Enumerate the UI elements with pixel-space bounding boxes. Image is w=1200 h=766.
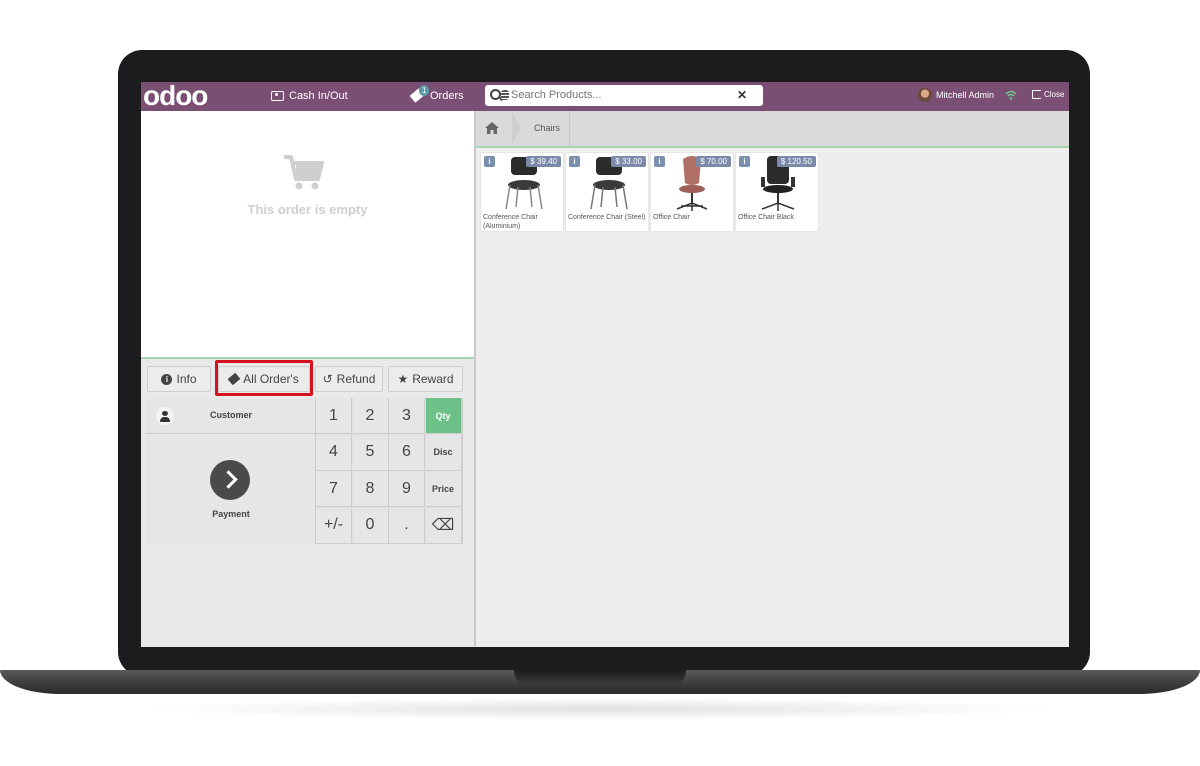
numpad-key[interactable]: 1 bbox=[316, 398, 352, 434]
user-name: Mitchell Admin bbox=[936, 90, 995, 100]
order-pane: This order is empty i Info All Order's ↺… bbox=[141, 111, 476, 647]
reward-label: Reward bbox=[412, 372, 454, 386]
product-name: Office Chair bbox=[653, 214, 690, 221]
numpad-key[interactable]: Disc bbox=[425, 434, 462, 471]
close-label: Close bbox=[1044, 90, 1065, 99]
product-pane: Chairs i $ 39.40 Conference Chair (Alumi… bbox=[476, 111, 1069, 647]
laptop-shadow bbox=[140, 698, 1060, 720]
breadcrumb-category[interactable]: Chairs bbox=[534, 123, 560, 133]
avatar bbox=[918, 88, 932, 102]
product-name: Conference Chair (Steel) bbox=[568, 214, 646, 221]
chevron-right-icon bbox=[210, 460, 250, 500]
pos-screen: odoo Cash In/Out 1 Orders ✕ Mitchell Adm… bbox=[141, 82, 1069, 647]
numpad-key[interactable]: 4 bbox=[316, 434, 352, 471]
breadcrumb-separator bbox=[512, 111, 521, 145]
close-button[interactable]: Close bbox=[1032, 90, 1064, 99]
customer-label: Customer bbox=[209, 410, 252, 420]
cash-in-out-button[interactable]: Cash In/Out bbox=[271, 90, 348, 102]
numpad-key[interactable]: 6 bbox=[389, 434, 425, 471]
order-summary: This order is empty bbox=[141, 111, 474, 359]
undo-icon: ↺ bbox=[322, 372, 333, 386]
product-price: $ 39.40 bbox=[526, 156, 561, 167]
product-info-icon[interactable]: i bbox=[739, 156, 750, 167]
highlight-box bbox=[215, 360, 313, 396]
database-icon bbox=[501, 90, 509, 100]
customer-button[interactable]: Customer bbox=[146, 398, 316, 434]
user-menu[interactable]: Mitchell Admin bbox=[918, 88, 994, 102]
info-label: Info bbox=[176, 372, 197, 386]
payment-button[interactable]: Payment bbox=[146, 434, 316, 544]
wifi-icon bbox=[1005, 90, 1017, 100]
clear-search-icon[interactable]: ✕ bbox=[737, 88, 747, 102]
product-info-icon[interactable]: i bbox=[484, 156, 495, 167]
orders-button[interactable]: 1 Orders bbox=[409, 85, 464, 103]
refund-label: Refund bbox=[336, 372, 376, 386]
top-bar: odoo Cash In/Out 1 Orders ✕ Mitchell Adm… bbox=[141, 82, 1069, 111]
numpad-key[interactable]: . bbox=[389, 507, 425, 544]
breadcrumb: Chairs bbox=[476, 111, 1069, 148]
cart-icon bbox=[284, 155, 324, 190]
backspace-key[interactable]: ⌫ bbox=[425, 507, 462, 544]
numpad-key[interactable]: Qty bbox=[425, 398, 462, 434]
cash-in-out-label: Cash In/Out bbox=[289, 90, 348, 102]
cash-icon bbox=[271, 91, 284, 101]
orders-label: Orders bbox=[430, 90, 464, 102]
product-card[interactable]: i $ 120.50 Office Chair Black bbox=[736, 153, 818, 231]
search-input[interactable] bbox=[511, 87, 731, 103]
product-price: $ 70.00 bbox=[696, 156, 731, 167]
payment-label: Payment bbox=[212, 509, 250, 519]
product-price: $ 33.00 bbox=[611, 156, 646, 167]
empty-order-message: This order is empty bbox=[247, 202, 368, 217]
numpad-key[interactable]: 0 bbox=[352, 507, 389, 544]
laptop-notch bbox=[514, 670, 686, 685]
product-price: $ 120.50 bbox=[776, 156, 816, 167]
product-info-icon[interactable]: i bbox=[654, 156, 665, 167]
numpad-key[interactable]: 3 bbox=[389, 398, 425, 434]
product-name: Conference Chair (Aluminium) bbox=[483, 214, 538, 230]
product-card[interactable]: i $ 70.00 Office Chair bbox=[651, 153, 733, 231]
ticket-icon: 1 bbox=[409, 85, 430, 103]
home-icon[interactable] bbox=[485, 122, 499, 134]
search-icon bbox=[490, 89, 501, 100]
numpad-key[interactable]: 8 bbox=[352, 471, 389, 507]
info-circle-icon: i bbox=[161, 373, 173, 385]
numpad-key[interactable]: Price bbox=[425, 471, 462, 507]
product-search[interactable]: ✕ bbox=[485, 85, 763, 106]
sign-out-icon bbox=[1032, 90, 1041, 99]
refund-button[interactable]: ↺ Refund bbox=[315, 366, 383, 392]
breadcrumb-divider bbox=[569, 111, 570, 146]
numpad-key[interactable]: +/- bbox=[316, 507, 352, 544]
numpad-key[interactable]: 2 bbox=[352, 398, 389, 434]
numpad-key[interactable]: 5 bbox=[352, 434, 389, 471]
numpad-key[interactable]: 9 bbox=[389, 471, 425, 507]
odoo-logo: odoo bbox=[143, 82, 208, 111]
star-icon: ★ bbox=[397, 372, 409, 386]
info-button[interactable]: i Info bbox=[147, 366, 211, 392]
reward-button[interactable]: ★ Reward bbox=[388, 366, 463, 392]
numpad-key[interactable]: 7 bbox=[316, 471, 352, 507]
product-card[interactable]: i $ 39.40 Conference Chair (Aluminium) bbox=[481, 153, 563, 231]
product-info-icon[interactable]: i bbox=[569, 156, 580, 167]
orders-badge: 1 bbox=[419, 85, 430, 96]
product-name: Office Chair Black bbox=[738, 214, 794, 221]
product-card[interactable]: i $ 33.00 Conference Chair (Steel) bbox=[566, 153, 648, 231]
